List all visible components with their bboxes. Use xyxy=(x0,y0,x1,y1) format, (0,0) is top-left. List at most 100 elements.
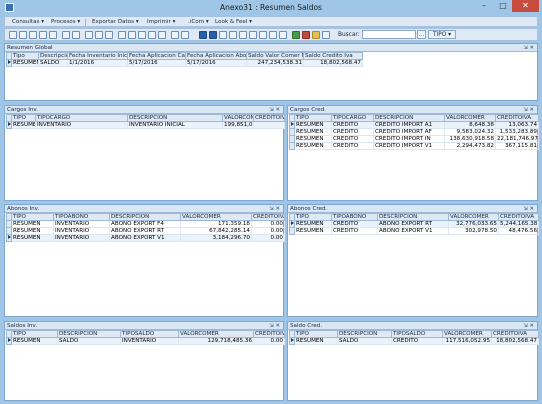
table-row[interactable]: RESUMEN INVENTARIO INVENTARIO INICIAL 19… xyxy=(6,121,285,129)
table-row[interactable]: RESUMEN SALDO CREDITO 117,516,052.95 18,… xyxy=(289,337,539,345)
column-header[interactable]: TIPOABONO xyxy=(53,213,110,221)
column-header[interactable]: TIPO xyxy=(294,114,332,122)
column-header[interactable]: TIPO xyxy=(11,114,36,122)
column-header[interactable]: DESCRIPCION xyxy=(373,114,445,122)
prev-record-icon[interactable] xyxy=(219,31,227,39)
table-row[interactable]: RESUMEN INVENTARIO ABONO EXPORT F4 171,3… xyxy=(6,220,285,228)
panel-controls[interactable]: ⇲ ✕ xyxy=(523,106,534,114)
column-header[interactable]: Descripcion xyxy=(38,52,68,60)
column-header[interactable]: VALORCOMER xyxy=(222,114,254,122)
edit-record-icon[interactable] xyxy=(279,31,287,39)
row-selector[interactable] xyxy=(289,337,295,345)
paste-icon[interactable] xyxy=(95,31,103,39)
column-header[interactable]: CREDITOIVA xyxy=(253,114,285,122)
column-header[interactable]: TIPO xyxy=(11,213,54,221)
column-header[interactable]: Saldo Credito Iva xyxy=(303,52,363,60)
column-header[interactable]: TIPO xyxy=(294,330,338,338)
prev-page-icon[interactable] xyxy=(209,31,217,39)
table-row[interactable]: RESUMEN CREDITO ABONO EXPORT V1 302,978.… xyxy=(289,227,539,235)
column-header[interactable]: CREDITOIVA xyxy=(491,330,539,338)
column-header[interactable]: VALORCOMER xyxy=(178,330,254,338)
column-header[interactable]: CREDITOIVA xyxy=(251,213,285,221)
panel-controls[interactable]: ⇲ ✕ xyxy=(269,322,280,330)
window-icon[interactable] xyxy=(62,31,70,39)
table-row[interactable]: RESUMEN CREDITO CREDITO IMPORT A1 8,648.… xyxy=(289,121,539,129)
tipo-dropdown[interactable]: TIPO ▾ xyxy=(428,30,457,39)
save-icon[interactable] xyxy=(292,31,300,39)
list-icon[interactable] xyxy=(49,31,57,39)
export-icon[interactable] xyxy=(148,31,156,39)
table-row[interactable]: RESUMEN SALDO 1/1/2016 5/17/2016 5/17/20… xyxy=(6,59,363,67)
column-header[interactable]: VALORCOMER xyxy=(444,114,496,122)
column-header[interactable]: TIPOABONO xyxy=(331,213,378,221)
column-header[interactable]: TIPOSALDO xyxy=(391,330,443,338)
column-header[interactable]: TIPOCARGO xyxy=(35,114,128,122)
row-selector[interactable] xyxy=(6,234,12,242)
column-header[interactable]: CREDITOIVA xyxy=(498,213,539,221)
refresh-icon[interactable] xyxy=(312,31,320,39)
row-selector[interactable] xyxy=(6,121,12,129)
row-selector[interactable] xyxy=(289,220,295,228)
table-row[interactable]: RESUMEN CREDITO CREDITO IMPORT V1 2,294,… xyxy=(289,142,539,150)
column-header[interactable]: DESCRIPCION xyxy=(57,330,121,338)
menu-imprimir[interactable]: Imprimir ▾ xyxy=(144,18,178,26)
panel-controls[interactable]: ⇲ ✕ xyxy=(269,205,280,213)
column-header[interactable]: DESCRIPCION xyxy=(127,114,223,122)
table-row[interactable]: RESUMEN CREDITO CREDITO IMPORT AF 9,583,… xyxy=(289,128,539,136)
panel-controls[interactable]: ⇲ ✕ xyxy=(269,106,280,114)
search-input[interactable] xyxy=(362,30,416,39)
column-header[interactable]: VALORCOMER xyxy=(180,213,252,221)
row-selector[interactable] xyxy=(6,59,12,67)
column-header[interactable]: VALORCOMER xyxy=(442,330,492,338)
column-header[interactable]: VALORCOMER xyxy=(448,213,499,221)
column-header[interactable]: Fecha Aplicacion Abonos xyxy=(185,52,247,60)
column-header[interactable]: DESCRIPCION xyxy=(337,330,392,338)
help-icon[interactable] xyxy=(322,31,330,39)
delete-record-icon[interactable] xyxy=(269,31,277,39)
column-header[interactable]: Tipo xyxy=(11,52,39,60)
column-header[interactable]: TIPOCARGO xyxy=(331,114,374,122)
table-row[interactable]: RESUMEN SALDO INVENTARIO 129,718,485.36 … xyxy=(6,337,285,345)
filter-icon[interactable] xyxy=(118,31,126,39)
column-header[interactable]: DESCRIPCION xyxy=(109,213,181,221)
minimize-button[interactable]: – xyxy=(474,0,494,12)
grid-icon[interactable] xyxy=(19,31,27,39)
column-header[interactable]: CREDITOIVA xyxy=(253,330,285,338)
search-button[interactable]: … xyxy=(417,30,426,39)
column-header[interactable]: Saldo Valor Comer MN xyxy=(246,52,304,60)
form-icon[interactable] xyxy=(39,31,47,39)
last-record-icon[interactable] xyxy=(249,31,257,39)
add-record-icon[interactable] xyxy=(259,31,267,39)
column-header[interactable]: DESCRIPCION xyxy=(377,213,449,221)
menu-consultas[interactable]: Consultas ▾ xyxy=(9,18,47,26)
next-record-icon[interactable] xyxy=(229,31,237,39)
layout-icon[interactable] xyxy=(181,31,189,39)
column-header[interactable]: CREDITOIVA xyxy=(495,114,539,122)
maximize-button[interactable]: □ xyxy=(494,0,512,12)
next-page-icon[interactable] xyxy=(239,31,247,39)
new-icon[interactable] xyxy=(9,31,17,39)
column-header[interactable]: Fecha Inventario Inicial xyxy=(67,52,128,60)
copy-icon[interactable] xyxy=(85,31,93,39)
table-row[interactable]: RESUMEN CREDITO CREDITO IMPORT IN 138,63… xyxy=(289,135,539,143)
menu-icom[interactable]: .iCom ▾ xyxy=(185,18,212,26)
panel-controls[interactable]: ⇲ ✕ xyxy=(523,322,534,330)
import-icon[interactable] xyxy=(158,31,166,39)
print-icon[interactable] xyxy=(105,31,113,39)
column-header[interactable]: TIPO xyxy=(294,213,332,221)
sort-icon[interactable] xyxy=(128,31,136,39)
column-header[interactable]: TIPOSALDO xyxy=(120,330,179,338)
chart-icon[interactable] xyxy=(138,31,146,39)
menu-exportar-datos[interactable]: Exportar Datos ▾ xyxy=(89,18,142,26)
first-record-icon[interactable] xyxy=(199,31,207,39)
column-header[interactable]: TIPO xyxy=(11,330,58,338)
table-row[interactable]: RESUMEN CREDITO ABONO EXPORT RT 32,776,0… xyxy=(289,220,539,228)
menu-procesos[interactable]: Procesos ▾ xyxy=(48,18,83,26)
table-row[interactable]: RESUMEN INVENTARIO ABONO EXPORT RT 67,84… xyxy=(6,227,285,235)
row-selector[interactable] xyxy=(289,121,295,129)
cancel-icon[interactable] xyxy=(302,31,310,39)
table-row[interactable]: RESUMEN INVENTARIO ABONO EXPORT V1 3,184… xyxy=(6,234,285,242)
window-alt-icon[interactable] xyxy=(72,31,80,39)
grid-alt-icon[interactable] xyxy=(29,31,37,39)
panel-controls[interactable]: ⇲ ✕ xyxy=(523,44,534,52)
